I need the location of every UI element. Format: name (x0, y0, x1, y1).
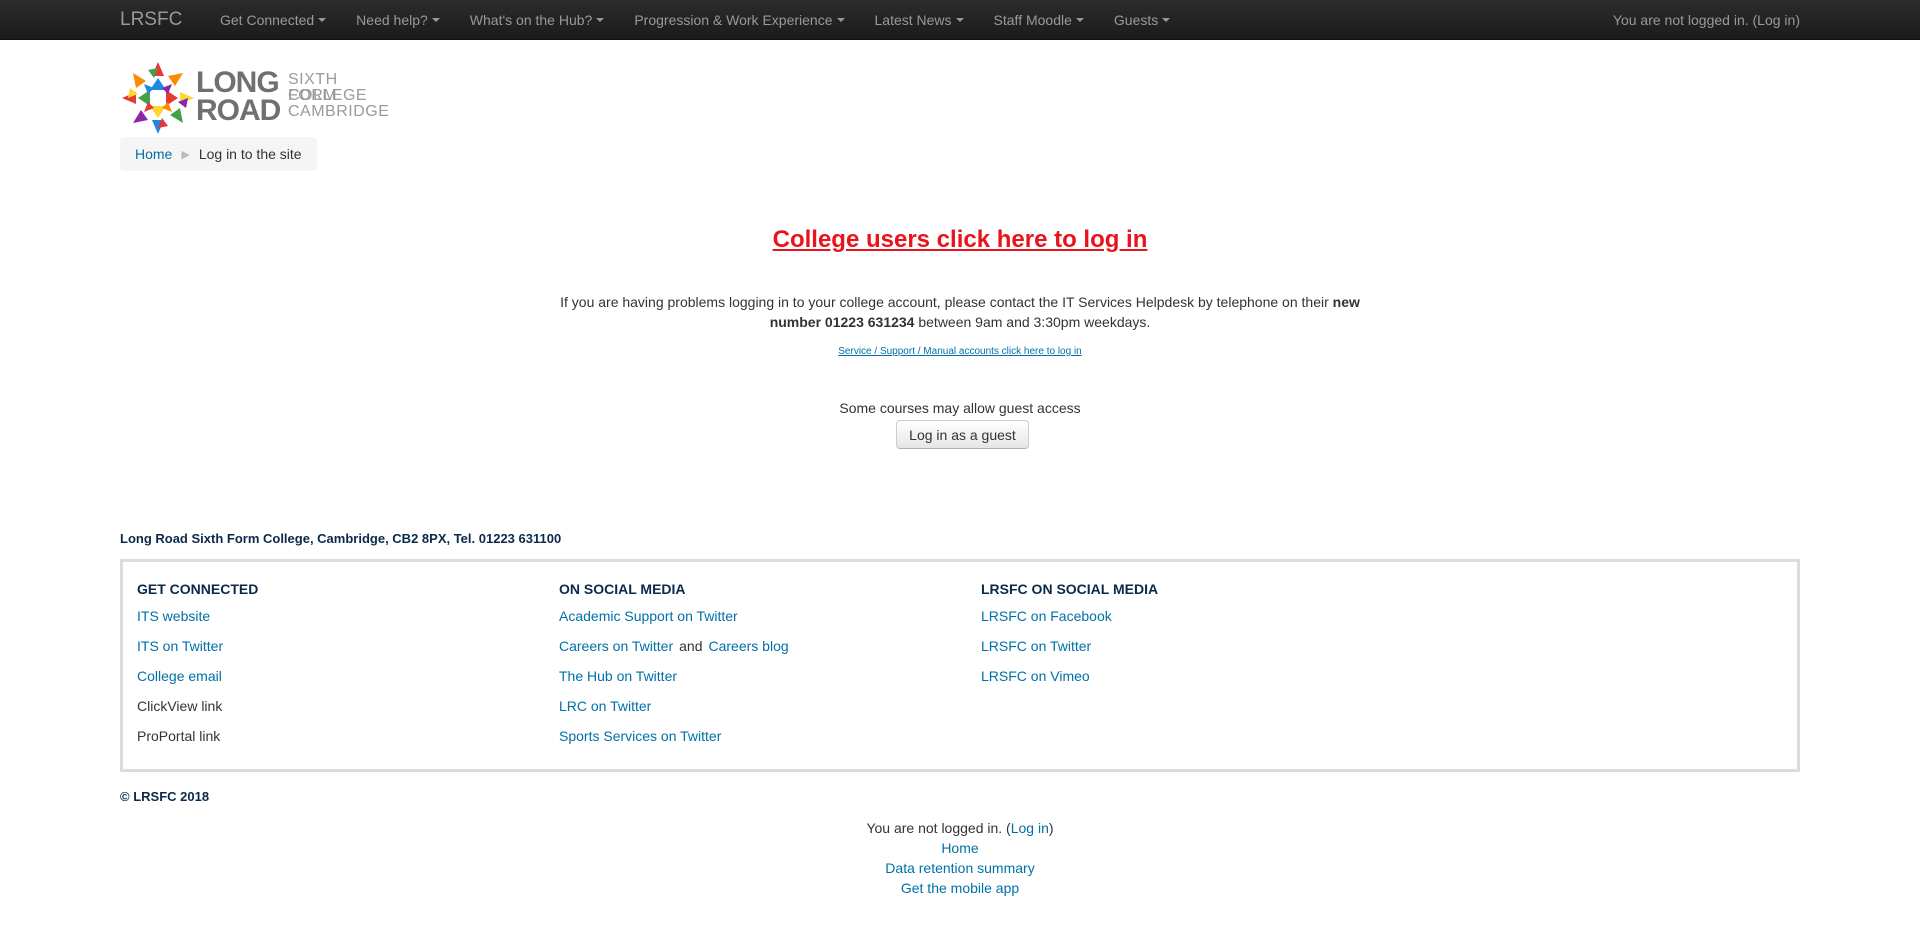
caret-down-icon (836, 18, 845, 22)
breadcrumb: Home ▶ Log in to the site (120, 137, 317, 171)
careers-twitter-link[interactable]: Careers on Twitter (559, 638, 673, 654)
footer-heading: GET CONNECTED (137, 581, 259, 597)
navbar-login-link[interactable]: Log in (1757, 12, 1795, 28)
nav-menu: Get Connected Need help? What's on the H… (205, 0, 1185, 40)
caret-down-icon (1162, 18, 1171, 22)
data-retention-link[interactable]: Data retention summary (885, 860, 1034, 876)
nav-label: Staff Moodle (993, 12, 1072, 28)
caret-down-icon (596, 18, 605, 22)
help-text-part1: If you are having problems logging in to… (560, 294, 1333, 310)
logo-sub-3: CAMBRIDGE (288, 103, 390, 120)
nav-need-help[interactable]: Need help? (341, 12, 455, 28)
caret-down-icon (1075, 18, 1084, 22)
sports-twitter-link[interactable]: Sports Services on Twitter (559, 728, 789, 758)
nav-label: What's on the Hub? (469, 12, 593, 28)
nav-guests[interactable]: Guests (1099, 12, 1185, 28)
nav-whats-on-hub[interactable]: What's on the Hub? (455, 12, 620, 28)
guest-access-text: Some courses may allow guest access (839, 400, 1081, 416)
lrsfc-facebook-link[interactable]: LRSFC on Facebook (981, 608, 1158, 638)
and-text: and (679, 638, 703, 654)
login-status-close: ) (1795, 12, 1800, 28)
footer-col-get-connected: GET CONNECTED ITS website ITS on Twitter… (137, 578, 258, 758)
breadcrumb-separator-icon: ▶ (181, 148, 190, 161)
careers-row: Careers on Twitter and Careers blog (559, 638, 789, 668)
lrsfc-twitter-link[interactable]: LRSFC on Twitter (981, 638, 1158, 668)
nav-progression[interactable]: Progression & Work Experience (619, 12, 859, 28)
nav-latest-news[interactable]: Latest News (860, 12, 979, 28)
clickview-link[interactable]: ClickView link (137, 698, 258, 728)
logo-long: LONG (196, 66, 280, 99)
nav-label: Get Connected (220, 12, 315, 28)
login-help-text: If you are having problems logging in to… (560, 292, 1360, 332)
footer-home-link[interactable]: Home (941, 840, 978, 856)
college-login-wrapper: College users click here to log in (0, 226, 1920, 254)
divider (120, 503, 1800, 504)
help-text-part2: between 9am and 3:30pm weekdays. (914, 314, 1151, 330)
footer-login-status: You are not logged in. (Log in) (0, 818, 1920, 838)
service-login-link[interactable]: Service / Support / Manual accounts clic… (838, 346, 1081, 357)
footer-heading: LRSFC ON SOCIAL MEDIA (981, 581, 1159, 597)
college-address: Long Road Sixth Form College, Cambridge,… (120, 531, 562, 546)
lrsfc-vimeo-link[interactable]: LRSFC on Vimeo (981, 668, 1158, 698)
caret-down-icon (318, 18, 327, 22)
service-login-wrapper: Service / Support / Manual accounts clic… (0, 346, 1920, 357)
brand-link[interactable]: LRSFC (120, 9, 182, 31)
college-login-link[interactable]: College users click here to log in (773, 226, 1148, 253)
footer-col-lrsfc-social: LRSFC ON SOCIAL MEDIA LRSFC on Facebook … (981, 578, 1158, 698)
nav-label: Latest News (874, 12, 952, 28)
star-logo-icon (122, 62, 194, 134)
footer-col-social-media: ON SOCIAL MEDIA Academic Support on Twit… (559, 578, 789, 758)
footer-bottom-links: You are not logged in. (Log in) Home Dat… (0, 818, 1920, 898)
guest-login-button[interactable]: Log in as a guest (896, 420, 1029, 449)
proportal-link[interactable]: ProPortal link (137, 728, 258, 758)
nav-get-connected[interactable]: Get Connected (205, 12, 341, 28)
its-website-link[interactable]: ITS website (137, 608, 258, 638)
login-status-text: You are not logged in. ( (1612, 12, 1758, 28)
caret-down-icon (955, 18, 964, 22)
nav-staff-moodle[interactable]: Staff Moodle (979, 12, 1099, 28)
college-logo[interactable]: LONG ROAD SIXTH FORM COLLEGE CAMBRIDGE (120, 60, 390, 136)
nav-label: Guests (1113, 12, 1159, 28)
academic-support-twitter-link[interactable]: Academic Support on Twitter (559, 608, 789, 638)
footer-login-text: You are not logged in. ( (866, 820, 1011, 836)
footer-links-box: GET CONNECTED ITS website ITS on Twitter… (120, 559, 1800, 772)
footer-login-link[interactable]: Log in (1011, 820, 1049, 836)
college-email-link[interactable]: College email (137, 668, 258, 698)
its-twitter-link[interactable]: ITS on Twitter (137, 638, 258, 668)
nav-label: Progression & Work Experience (634, 12, 833, 28)
logo-sub-2: COLLEGE (288, 87, 368, 104)
copyright: © LRSFC 2018 (120, 789, 210, 804)
breadcrumb-current: Log in to the site (198, 146, 302, 162)
footer-heading: ON SOCIAL MEDIA (559, 581, 686, 597)
breadcrumb-home[interactable]: Home (135, 146, 172, 162)
hub-twitter-link[interactable]: The Hub on Twitter (559, 668, 789, 698)
lrc-twitter-link[interactable]: LRC on Twitter (559, 698, 789, 728)
nav-label: Need help? (356, 12, 428, 28)
top-navbar: LRSFC Get Connected Need help? What's on… (0, 0, 1920, 40)
footer-login-close: ) (1048, 820, 1054, 836)
mobile-app-link[interactable]: Get the mobile app (901, 880, 1019, 896)
caret-down-icon (431, 18, 440, 22)
careers-blog-link[interactable]: Careers blog (708, 638, 788, 654)
logo-road: ROAD (196, 94, 281, 127)
navbar-login-status: You are not logged in. (Log in) (1613, 12, 1800, 28)
